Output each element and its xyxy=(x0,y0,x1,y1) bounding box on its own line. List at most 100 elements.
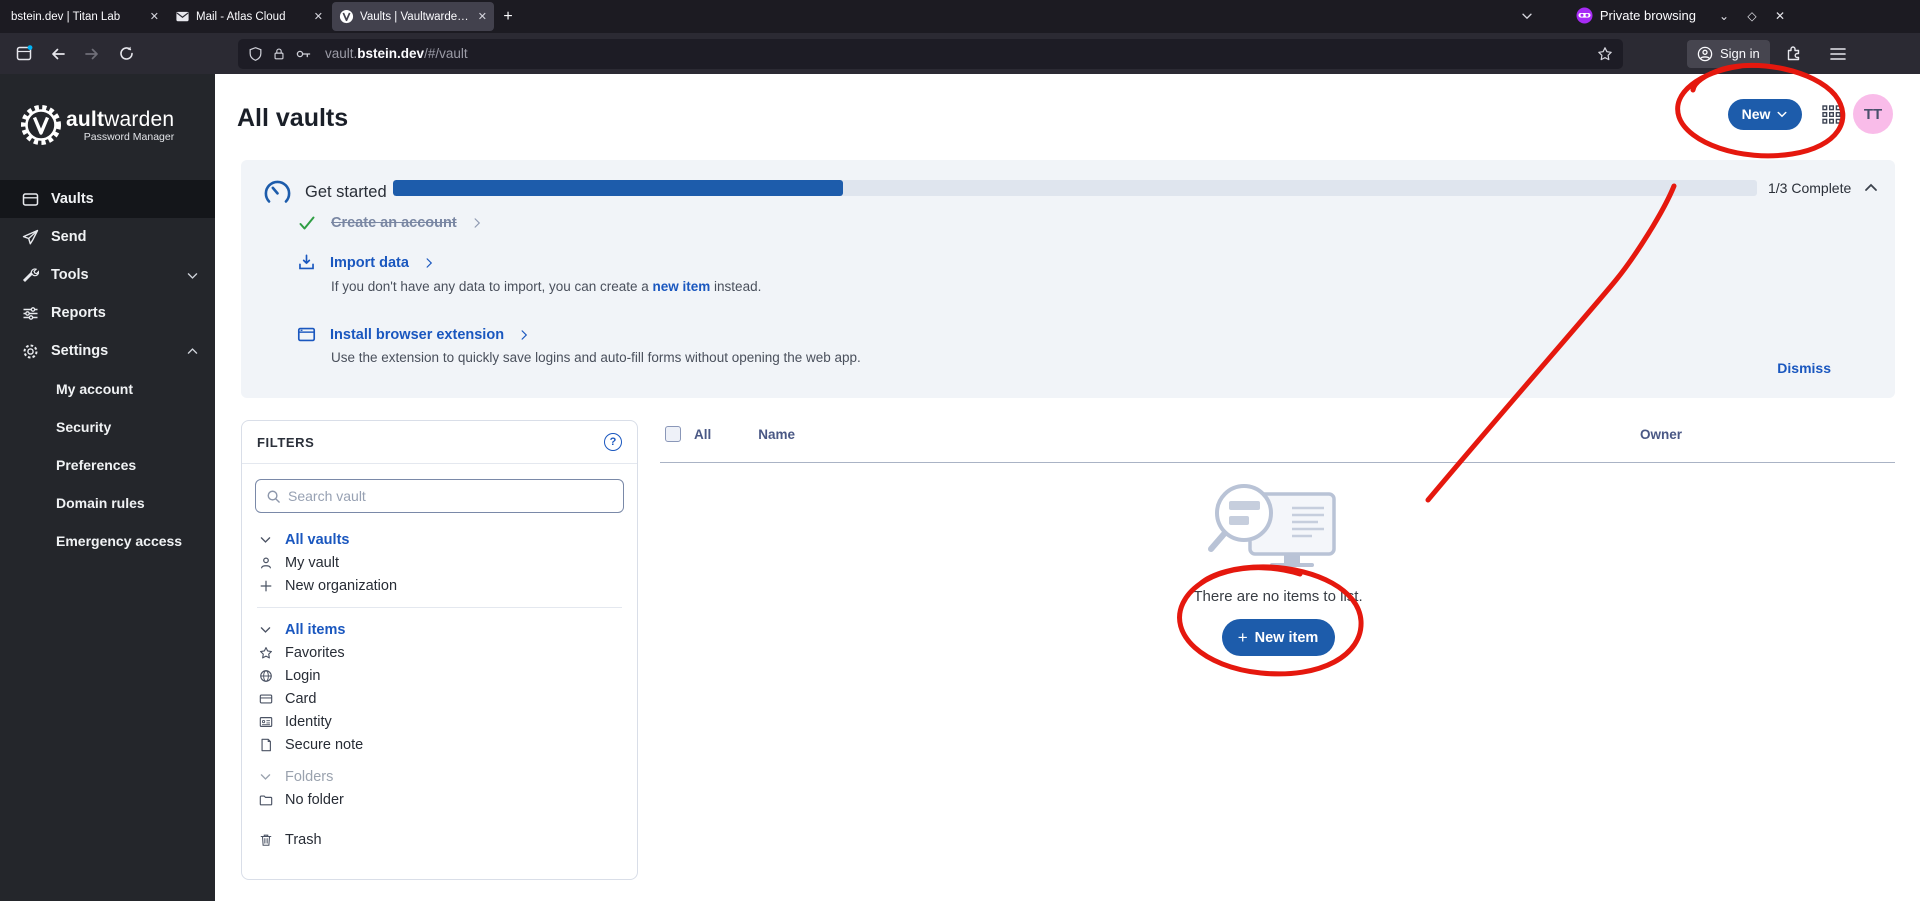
sidebar-item-vaults[interactable]: Vaults xyxy=(0,180,215,218)
sidebar-item-reports[interactable]: Reports xyxy=(0,294,215,332)
window-minimize-button[interactable]: ⌄ xyxy=(1712,4,1736,28)
step-label[interactable]: Install browser extension xyxy=(330,327,504,343)
menu-icon[interactable] xyxy=(1824,40,1852,68)
search-box[interactable] xyxy=(255,479,624,513)
sidebar-item-label: Send xyxy=(51,229,86,245)
sidebar-item-security[interactable]: Security xyxy=(0,408,215,446)
items-table-header: All Name Owner xyxy=(665,426,1895,442)
chevron-down-icon[interactable] xyxy=(257,623,274,636)
id-card-icon xyxy=(257,715,274,729)
chevron-down-icon xyxy=(1776,108,1788,120)
chevron-down-icon[interactable] xyxy=(257,533,274,546)
filter-identity[interactable]: Identity xyxy=(257,710,622,733)
sign-in-button[interactable]: Sign in xyxy=(1687,40,1770,68)
folder-icon xyxy=(257,793,274,807)
select-all-label: All xyxy=(694,427,711,442)
sidebar-item-settings[interactable]: Settings xyxy=(0,332,215,370)
gauge-icon xyxy=(263,178,292,207)
tab-mail[interactable]: Mail - Atlas Cloud ✕ xyxy=(168,2,330,31)
filter-all-items[interactable]: All items xyxy=(257,618,622,641)
new-item-button[interactable]: + New item xyxy=(1222,619,1335,656)
step-create-account[interactable]: Create an account xyxy=(297,213,483,233)
filter-folders[interactable]: Folders xyxy=(257,765,622,788)
bookmark-star-icon[interactable] xyxy=(1597,46,1613,62)
step-install-extension[interactable]: Install browser extension xyxy=(297,325,530,344)
filter-trash[interactable]: Trash xyxy=(257,828,622,851)
tab-close-icon[interactable]: ✕ xyxy=(150,10,159,23)
new-button[interactable]: New xyxy=(1728,99,1802,130)
reload-icon[interactable] xyxy=(112,40,140,68)
chevron-right-icon xyxy=(518,329,530,341)
url-text: vault.bstein.dev/#/vault xyxy=(325,46,468,61)
filter-all-vaults[interactable]: All vaults xyxy=(257,528,622,551)
vaultwarden-web-app: bstein.dev | Titan Lab ✕ Mail - Atlas Cl… xyxy=(0,0,1920,901)
url-bar[interactable]: vault.bstein.dev/#/vault xyxy=(238,39,1623,69)
plus-icon xyxy=(257,579,274,593)
sidebar-item-preferences[interactable]: Preferences xyxy=(0,446,215,484)
private-mask-icon xyxy=(1576,7,1593,24)
extensions-icon[interactable] xyxy=(1780,40,1808,68)
new-button-label: New xyxy=(1742,106,1771,122)
filter-secure-note[interactable]: Secure note xyxy=(257,733,622,756)
sidebar-item-domain-rules[interactable]: Domain rules xyxy=(0,484,215,522)
collapse-chevron-up-icon[interactable] xyxy=(1863,180,1879,196)
progress-bar xyxy=(393,180,1757,196)
new-tab-button[interactable]: + xyxy=(496,5,520,29)
filter-no-folder[interactable]: No folder xyxy=(257,788,622,811)
column-name[interactable]: Name xyxy=(758,427,795,442)
step-import-data[interactable]: Import data xyxy=(297,253,435,272)
gear-icon xyxy=(22,343,39,360)
tab-close-icon[interactable]: ✕ xyxy=(478,10,487,23)
reports-icon xyxy=(22,305,39,322)
main-content: All vaults New TT xyxy=(215,74,1920,901)
progress-fill xyxy=(393,180,843,196)
search-input[interactable] xyxy=(288,488,613,504)
sidebar-item-tools[interactable]: Tools xyxy=(0,256,215,294)
trash-icon xyxy=(257,833,274,847)
new-item-link[interactable]: new item xyxy=(653,279,711,294)
chevron-right-icon xyxy=(423,257,435,269)
empty-search-illustration xyxy=(1202,482,1354,578)
chevron-down-icon[interactable] xyxy=(257,770,274,783)
shield-icon[interactable] xyxy=(248,46,263,62)
tab-titan-lab[interactable]: bstein.dev | Titan Lab ✕ xyxy=(4,2,166,31)
lock-icon[interactable] xyxy=(272,46,286,62)
list-all-tabs-icon[interactable] xyxy=(1520,9,1534,23)
tab-close-icon[interactable]: ✕ xyxy=(314,10,323,23)
browser-tab-bar: bstein.dev | Titan Lab ✕ Mail - Atlas Cl… xyxy=(0,0,1920,33)
select-all-checkbox[interactable] xyxy=(665,426,681,442)
credit-card-icon xyxy=(257,692,274,706)
sidebar-item-emergency-access[interactable]: Emergency access xyxy=(0,522,215,560)
sidebar-item-label: Settings xyxy=(51,343,108,359)
window-maximize-button[interactable]: ◇ xyxy=(1740,4,1764,28)
get-started-card: Get started 1/3 Complete Create an accou… xyxy=(241,160,1895,398)
step-label[interactable]: Import data xyxy=(330,255,409,271)
filter-card[interactable]: Card xyxy=(257,687,622,710)
forward-icon[interactable] xyxy=(78,40,106,68)
private-browsing-label: Private browsing xyxy=(1600,8,1696,23)
product-switcher-icon[interactable] xyxy=(1822,105,1841,124)
filter-new-organization[interactable]: New organization xyxy=(257,574,622,597)
column-owner[interactable]: Owner xyxy=(1640,427,1682,442)
sidebar-item-label: Tools xyxy=(51,267,89,283)
firefox-view-icon[interactable] xyxy=(10,40,38,68)
account-icon xyxy=(1697,46,1713,62)
sidebar-item-my-account[interactable]: My account xyxy=(0,370,215,408)
get-started-title: Get started xyxy=(305,183,387,202)
sidebar-item-label: Reports xyxy=(51,305,106,321)
tab-vaultwarden[interactable]: Vaults | Vaultwarden Web ✕ xyxy=(332,2,494,31)
back-icon[interactable] xyxy=(44,40,72,68)
step-label[interactable]: Create an account xyxy=(331,215,457,231)
sidebar-item-send[interactable]: Send xyxy=(0,218,215,256)
new-item-label: New item xyxy=(1255,630,1319,646)
key-icon[interactable] xyxy=(295,46,312,62)
browser-toolbar: vault.bstein.dev/#/vault Sign in xyxy=(0,33,1920,74)
filter-favorites[interactable]: Favorites xyxy=(257,641,622,664)
dismiss-link[interactable]: Dismiss xyxy=(1777,360,1831,376)
avatar[interactable]: TT xyxy=(1853,94,1893,134)
filter-my-vault[interactable]: My vault xyxy=(257,551,622,574)
plus-icon: + xyxy=(1238,628,1248,648)
window-close-button[interactable]: ✕ xyxy=(1768,4,1792,28)
filter-login[interactable]: Login xyxy=(257,664,622,687)
help-icon[interactable]: ? xyxy=(604,433,622,451)
